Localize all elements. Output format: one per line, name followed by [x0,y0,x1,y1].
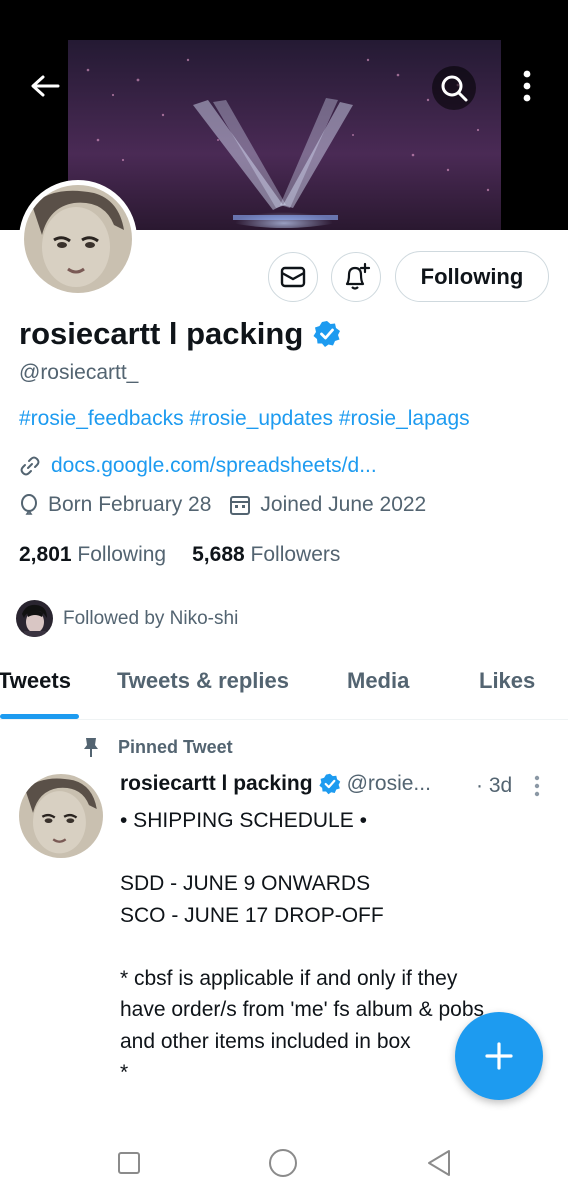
more-options-button[interactable] [512,66,542,106]
triangle-back-icon [428,1150,450,1176]
active-tab-indicator [0,714,79,719]
tweet-line: * cbsf is applicable if and only if they [120,966,458,990]
mail-icon [280,266,306,288]
notifications-button[interactable] [331,252,381,302]
arrow-left-icon [31,75,60,97]
tab-tweets[interactable]: Tweets [0,668,71,694]
search-button[interactable] [432,66,476,110]
tweet-line: SCO - JUNE 17 DROP-OFF [120,903,384,927]
following-button[interactable]: Following [395,251,549,302]
more-vertical-icon [534,775,540,797]
tab-tweets-replies[interactable]: Tweets & replies [117,668,289,694]
followed-by-text: Followed by Niko-shi [63,607,239,629]
message-button[interactable] [268,252,318,302]
birthday-text: Born February 28 [48,493,212,516]
banner-image [68,40,501,230]
avatar-image [24,185,132,293]
system-back-button[interactable] [424,1148,454,1178]
pin-icon [84,738,98,757]
profile-tabs: Tweets Tweets & replies Media Likes [0,652,568,720]
follower-avatar-image [16,600,53,637]
profile-avatar[interactable] [19,180,137,298]
tweet-line: SDD - JUNE 9 ONWARDS [120,872,371,895]
joined-item: Joined June 2022 [229,493,426,517]
following-stat[interactable]: 2,801 Following [19,543,166,567]
joined-text: Joined June 2022 [260,493,427,516]
calendar-icon [230,496,251,515]
more-vertical-icon [523,70,531,102]
profile-bio[interactable]: #rosie_feedbacks #rosie_updates #rosie_l… [19,407,470,431]
follow-stats: 2,801 Following 5,688 Followers [19,543,340,567]
tweet-avatar-image [19,774,103,858]
square-icon [118,1152,140,1174]
followers-count: 5,688 [192,543,245,566]
profile-website[interactable]: docs.google.com/spreadsheets/d... [19,454,377,478]
followed-by[interactable]: Followed by Niko-shi [16,600,238,637]
tab-media[interactable]: Media [347,668,409,694]
system-navigation-bar [0,1120,568,1200]
website-link-text[interactable]: docs.google.com/spreadsheets/d... [51,454,377,478]
tweet-header: rosiecartt l packing @rosie... [120,772,431,796]
profile-meta: Born February 28 Joined June 2022 [19,493,444,517]
tweet-more-button[interactable] [530,774,544,798]
verified-badge-icon [318,773,340,795]
birthday-item: Born February 28 [19,493,211,517]
tab-likes[interactable]: Likes [479,668,535,694]
tweet-author-name[interactable]: rosiecartt l packing [120,772,313,796]
home-button[interactable] [268,1148,298,1178]
display-name-text: rosiecartt l packing [19,316,304,351]
search-icon [441,75,468,102]
profile-handle: @rosiecartt_ [19,361,139,384]
tweet-timestamp[interactable]: · 3d [476,774,512,798]
following-count: 2,801 [19,543,72,566]
pinned-label: Pinned Tweet [82,736,233,758]
display-name: rosiecartt l packing [19,316,341,352]
following-label: Following [77,543,167,566]
tweet-line: • SHIPPING SCHEDULE • [120,809,367,832]
pinned-text: Pinned Tweet [118,736,233,757]
verified-badge-icon [313,321,341,347]
compose-tweet-button[interactable] [455,1012,543,1100]
follower-avatar [16,600,53,637]
link-icon [20,456,40,476]
bell-plus-icon [345,262,371,290]
plus-icon [485,1042,513,1070]
tweet-author-avatar[interactable] [19,774,103,858]
followers-label: Followers [250,543,341,566]
circle-icon [269,1149,297,1177]
followers-stat[interactable]: 5,688 Followers [192,543,340,567]
tweet-author-handle[interactable]: @rosie... [347,772,431,796]
back-button[interactable] [22,66,68,106]
balloon-icon [21,494,37,515]
recents-button[interactable] [114,1148,144,1178]
